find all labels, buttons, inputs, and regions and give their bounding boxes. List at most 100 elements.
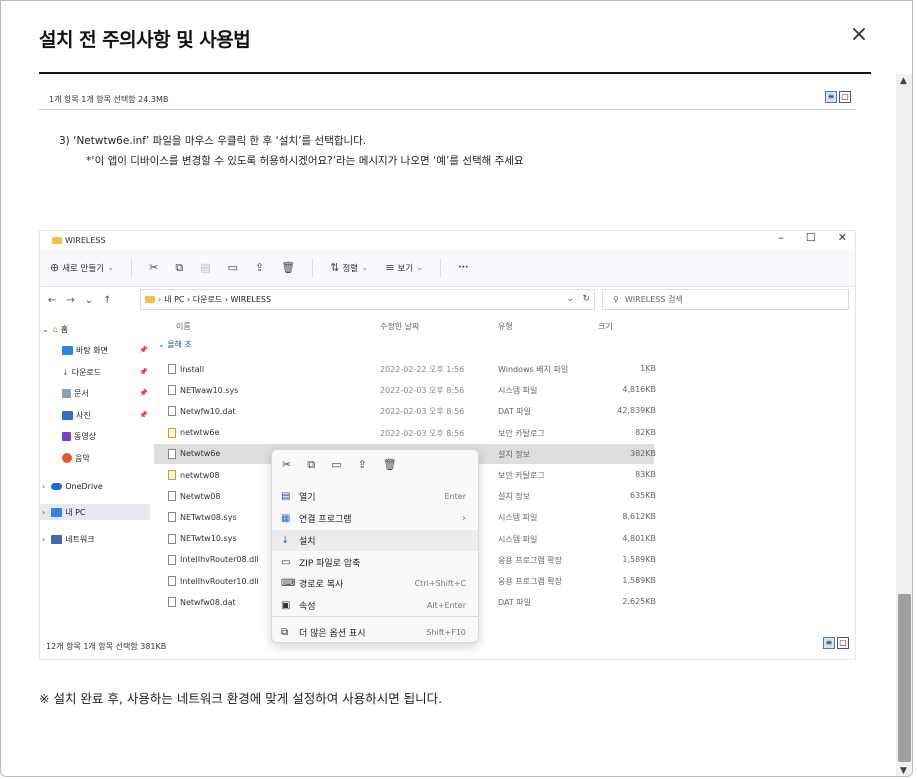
apps-icon: ▦	[281, 513, 291, 524]
nav-arrows: ← → ⌄ ↑	[40, 295, 112, 306]
column-name: 이름	[176, 322, 191, 331]
column-date: 수정한 날짜	[380, 322, 420, 331]
pin-icon: 📌	[139, 346, 148, 354]
file-size: 83KB	[635, 470, 656, 479]
recent-icon: ⌄	[84, 294, 94, 306]
file-type: DAT 파일	[498, 598, 532, 608]
more-icon: ···	[458, 262, 469, 273]
submenu-chevron-icon: ›	[462, 513, 466, 524]
view-button: ≡ 보기 ⌄	[385, 261, 424, 274]
file-type: 응용 프로그램 확장	[498, 555, 562, 565]
tiles-view-icon: ▢	[837, 637, 849, 649]
file-name: Netwfw08.dat	[168, 597, 236, 608]
menu-item-open: ▤ 열기 Enter	[281, 491, 466, 503]
file-name: netwtw6e	[168, 427, 219, 438]
toolbar-separator	[312, 257, 314, 278]
menu-item-copy-path: ⌨ 경로로 복사 Ctrl+Shift+C	[281, 578, 466, 590]
file-name: netwtw08	[168, 470, 220, 480]
file-name: NETwtw10.sys	[168, 533, 237, 544]
file-size: 1,589KB	[622, 554, 656, 564]
pin-icon: 📌	[139, 368, 148, 376]
plus-circle-icon: ⊕	[50, 261, 60, 274]
file-type: 설치 정보	[498, 492, 530, 502]
file-type: 보안 카탈로그	[498, 471, 545, 480]
copy-icon: ⧉	[175, 260, 184, 274]
pin-icon: 📌	[139, 389, 148, 397]
file-size: 82KB	[635, 427, 656, 437]
file-icon	[168, 576, 176, 586]
copy-icon: ⧉	[307, 458, 316, 471]
nav-item-mypc: › 내 PC	[40, 504, 150, 520]
cloud-icon	[51, 482, 63, 490]
file-icon	[168, 512, 176, 523]
explorer-toolbar: ⊕ 새로 만들기 ⌄ ✂ ⧉ ▤ ▭ ⇪ 🗑 ⇅ 정렬 ⌄ ≡ 보기 ⌄ ···	[40, 249, 855, 287]
strip-view-buttons: ≡ ▢	[825, 91, 851, 103]
search-box: ⚲ WIRELESS 검색	[602, 289, 849, 310]
share-icon: ⇪	[357, 458, 367, 471]
file-row: Install 2022-02-22 오후 1:56 Windows 배치 파일 1K…	[154, 359, 656, 379]
scroll-thumb[interactable]	[898, 594, 911, 762]
close-icon[interactable]: ×	[847, 23, 871, 47]
nav-item-downloads: ↓ 다운로드 📌	[62, 367, 148, 377]
file-icon	[168, 448, 176, 459]
context-menu: ✂ ⧉ ▭ ⇪ 🗑 ▤ 열기 Enter ▦ 연결 프로그램 › ↓ 설치 ▭ ZIP 파일…	[271, 449, 479, 643]
file-type: Windows 배치 파일	[498, 365, 569, 374]
file-date: 2022-02-03 오후 8:56	[380, 386, 465, 396]
video-icon	[62, 431, 71, 441]
cut-icon: ✂	[282, 458, 292, 471]
nav-item-documents: 문서 📌	[40, 385, 150, 401]
desktop-icon	[62, 345, 73, 355]
strip-status-text: 1개 항목 1개 항목 선택함 24.3MB	[49, 95, 169, 104]
window-close-icon: ✕	[837, 231, 847, 244]
nav-item-network: › 네트워크	[42, 534, 95, 544]
file-size: 4,816KB	[622, 385, 656, 395]
file-date: 2022-02-03 오후 8:56	[380, 428, 465, 438]
network-icon	[51, 534, 63, 544]
file-icon	[168, 385, 176, 396]
folder-icon	[145, 296, 155, 303]
column-size: 크기	[598, 322, 613, 331]
group-header: ⌄ 올해 초	[158, 340, 192, 349]
explorer-title: WIRELESS	[52, 236, 106, 245]
file-icon	[168, 554, 176, 565]
file-row: netwtw6e 2022-02-03 오후 8:56 보안 카탈로그 82KB	[154, 423, 656, 443]
install-guide-modal: 설치 전 주의사항 및 사용법 × 1개 항목 1개 항목 선택함 24.3MB…	[0, 0, 913, 777]
copy-path-icon: ⌨	[281, 578, 296, 589]
context-quick-actions: ✂ ⧉ ▭ ⇪ 🗑	[282, 458, 397, 472]
prev-screenshot-strip: 1개 항목 1개 항목 선택함 24.3MB ≡ ▢	[39, 74, 856, 110]
properties-icon: ▣	[281, 600, 291, 611]
file-name: NETwaw10.sys	[168, 385, 238, 396]
scroll-down-icon[interactable]: ▼	[900, 766, 907, 776]
file-type: 시스템 파일	[498, 386, 538, 396]
file-size: 42,839KB	[617, 406, 656, 416]
file-size: 382KB	[629, 448, 656, 458]
modal-content: 1개 항목 1개 항목 선택함 24.3MB ≡ ▢ 3) ‘Netwtw6e.…	[39, 74, 856, 776]
forward-icon: →	[66, 294, 75, 306]
install-icon: ↓	[281, 535, 290, 546]
more-options-icon: ⧉	[281, 627, 289, 638]
file-name: Netwtw6e	[168, 448, 220, 459]
scroll-up-icon[interactable]: ▲	[900, 76, 907, 86]
file-name: Netwfw10.dat	[168, 406, 236, 417]
address-path: 내 PC › 다운로드 › WIRELESS	[164, 295, 272, 304]
menu-item-more-options: ⧉ 더 많은 옵션 표시 Shift+F10	[281, 627, 466, 639]
nav-item-home: ⌄ ⌂ 홈	[42, 324, 69, 334]
file-type: 응용 프로그램 확장	[498, 577, 562, 586]
nav-item-music: 음악	[40, 450, 150, 466]
column-type: 유형	[498, 322, 513, 331]
picture-icon	[62, 410, 73, 420]
menu-item-install: ↓ 설치	[272, 530, 478, 551]
footer-note: ※ 설치 완료 후, 사용하는 네트워크 환경에 맞게 설정하여 사용하시면 됩…	[39, 691, 443, 706]
new-button: ⊕ 새로 만들기 ⌄	[50, 261, 115, 274]
file-name: Netwtw08	[168, 491, 220, 502]
tiles-view-icon: ▢	[839, 91, 851, 103]
file-size: 1KB	[640, 364, 656, 373]
modal-scrollbar[interactable]: ▲ ▼	[896, 74, 912, 776]
file-type: 시스템 파일	[498, 534, 538, 544]
explorer-status: 12개 항목 1개 항목 선택함 381KB	[46, 642, 167, 651]
search-placeholder: WIRELESS 검색	[624, 295, 683, 304]
file-name: NETwtw08.sys	[168, 512, 237, 523]
file-type: 보안 카탈로그	[498, 428, 545, 438]
toolbar-separator	[440, 257, 442, 278]
paste-icon: ▤	[200, 261, 211, 274]
